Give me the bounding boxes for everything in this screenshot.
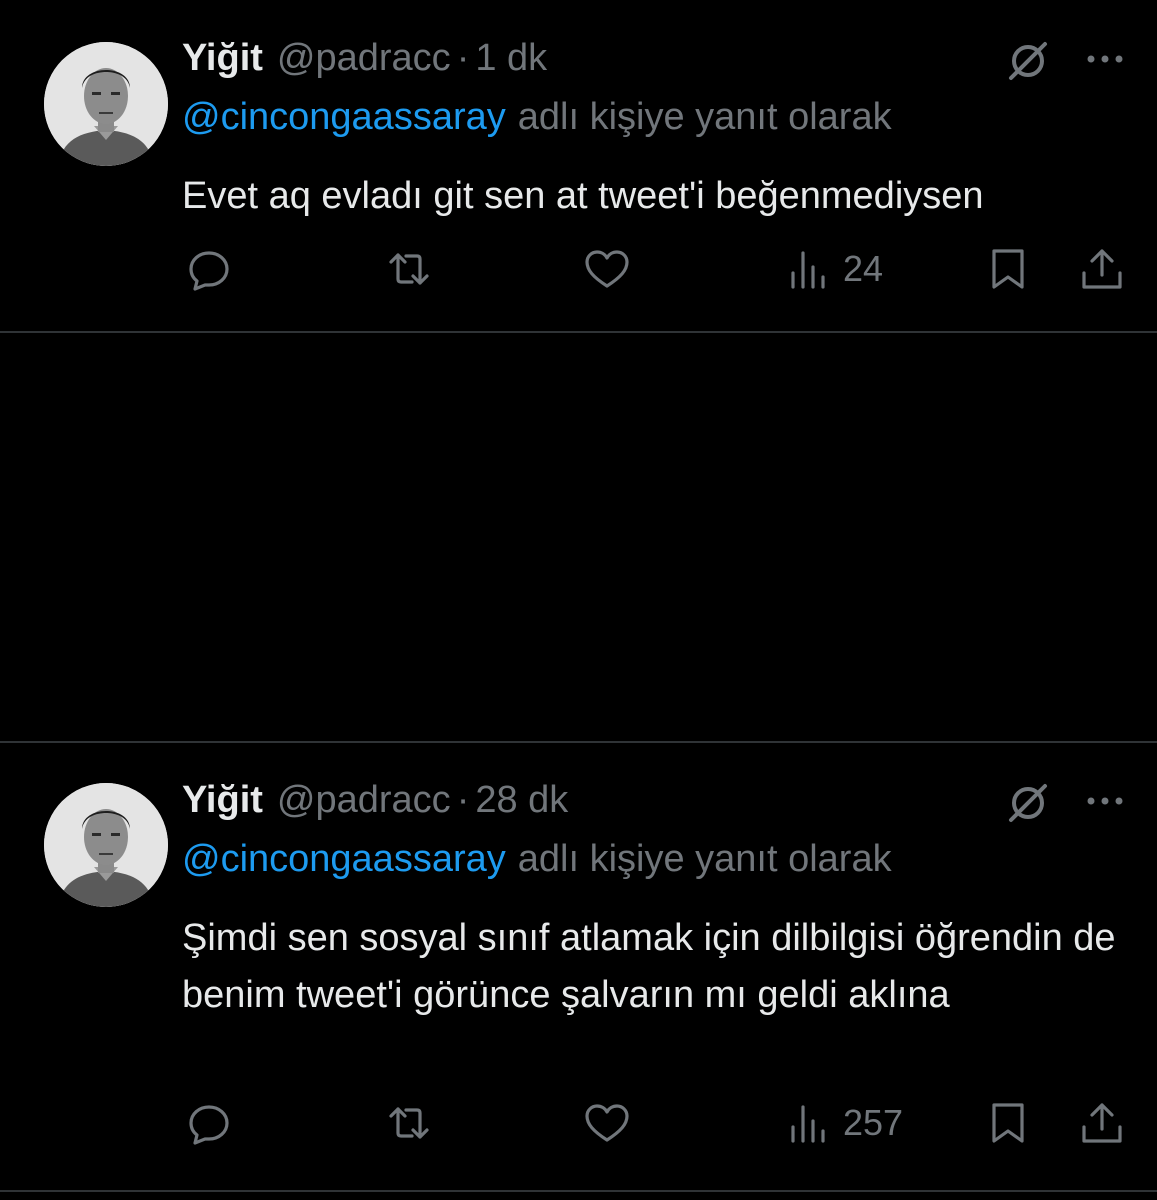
retweet-button[interactable] (385, 1095, 433, 1151)
tweet-text: Evet aq evladı git sen at tweet'i beğenm… (182, 175, 984, 217)
action-bar: 257 (0, 1095, 1157, 1151)
bookmark-icon (992, 1103, 1024, 1143)
timestamp[interactable]: 1 dk (475, 37, 547, 80)
views-count: 257 (843, 1102, 904, 1143)
reply-button[interactable] (185, 241, 233, 297)
bookmark-icon (992, 249, 1024, 289)
user-handle[interactable]: @padracc (277, 37, 451, 80)
reply-context: @cincongaassaray adlı kişiye yanıt olarak (182, 838, 892, 881)
reply-context-text: adlı kişiye yanıt olarak (517, 838, 892, 880)
tweet[interactable]: Yiğit @padracc · 28 dk @cincongaassaray a… (0, 742, 1157, 1190)
heart-icon (585, 250, 629, 288)
display-name[interactable]: Yiğit (182, 779, 263, 822)
avatar[interactable] (44, 783, 168, 907)
retweet-button[interactable] (385, 241, 433, 297)
share-button[interactable] (1078, 1095, 1126, 1151)
reply-icon (189, 251, 229, 291)
views-button[interactable]: 24 (785, 241, 883, 297)
user-handle[interactable]: @padracc (277, 779, 451, 822)
reply-icon (189, 1105, 229, 1145)
share-icon (1082, 249, 1122, 289)
display-name[interactable]: Yiğit (182, 37, 263, 80)
bookmark-button[interactable] (984, 1095, 1032, 1151)
views-count: 24 (843, 248, 884, 289)
grok-icon[interactable] (1005, 780, 1051, 826)
separator-dot: · (456, 36, 470, 79)
grok-icon[interactable] (1005, 38, 1051, 84)
views-button[interactable]: 257 (785, 1095, 903, 1151)
tweet[interactable]: Yiğit @padracc · 1 dk @cincongaassaray ad… (0, 0, 1157, 332)
reply-context-text: adlı kişiye yanıt olarak (517, 96, 892, 138)
like-button[interactable] (583, 241, 631, 297)
reply-context: @cincongaassaray adlı kişiye yanıt olarak (182, 96, 892, 139)
retweet-icon (389, 253, 429, 285)
more-icon[interactable] (1083, 44, 1127, 74)
bookmark-button[interactable] (984, 241, 1032, 297)
heart-icon (585, 1104, 629, 1142)
views-icon (791, 1105, 825, 1143)
reply-mention-link[interactable]: @cincongaassaray (182, 838, 506, 880)
action-bar: 24 (0, 241, 1157, 297)
tweet-divider (0, 1190, 1157, 1192)
tweet-text: Şimdi sen sosyal sınıf atlamak için dilb… (182, 917, 1116, 1016)
retweet-icon (389, 1107, 429, 1139)
share-button[interactable] (1078, 241, 1126, 297)
tweet-header: Yiğit @padracc · 1 dk (182, 36, 547, 80)
reply-button[interactable] (185, 1095, 233, 1151)
avatar[interactable] (44, 42, 168, 166)
share-icon (1082, 1103, 1122, 1143)
tweet-header: Yiğit @padracc · 28 dk (182, 778, 568, 822)
reply-mention-link[interactable]: @cincongaassaray (182, 96, 506, 138)
like-button[interactable] (583, 1095, 631, 1151)
views-icon (791, 251, 825, 289)
timestamp[interactable]: 28 dk (475, 779, 568, 822)
more-icon[interactable] (1083, 786, 1127, 816)
separator-dot: · (456, 778, 470, 821)
